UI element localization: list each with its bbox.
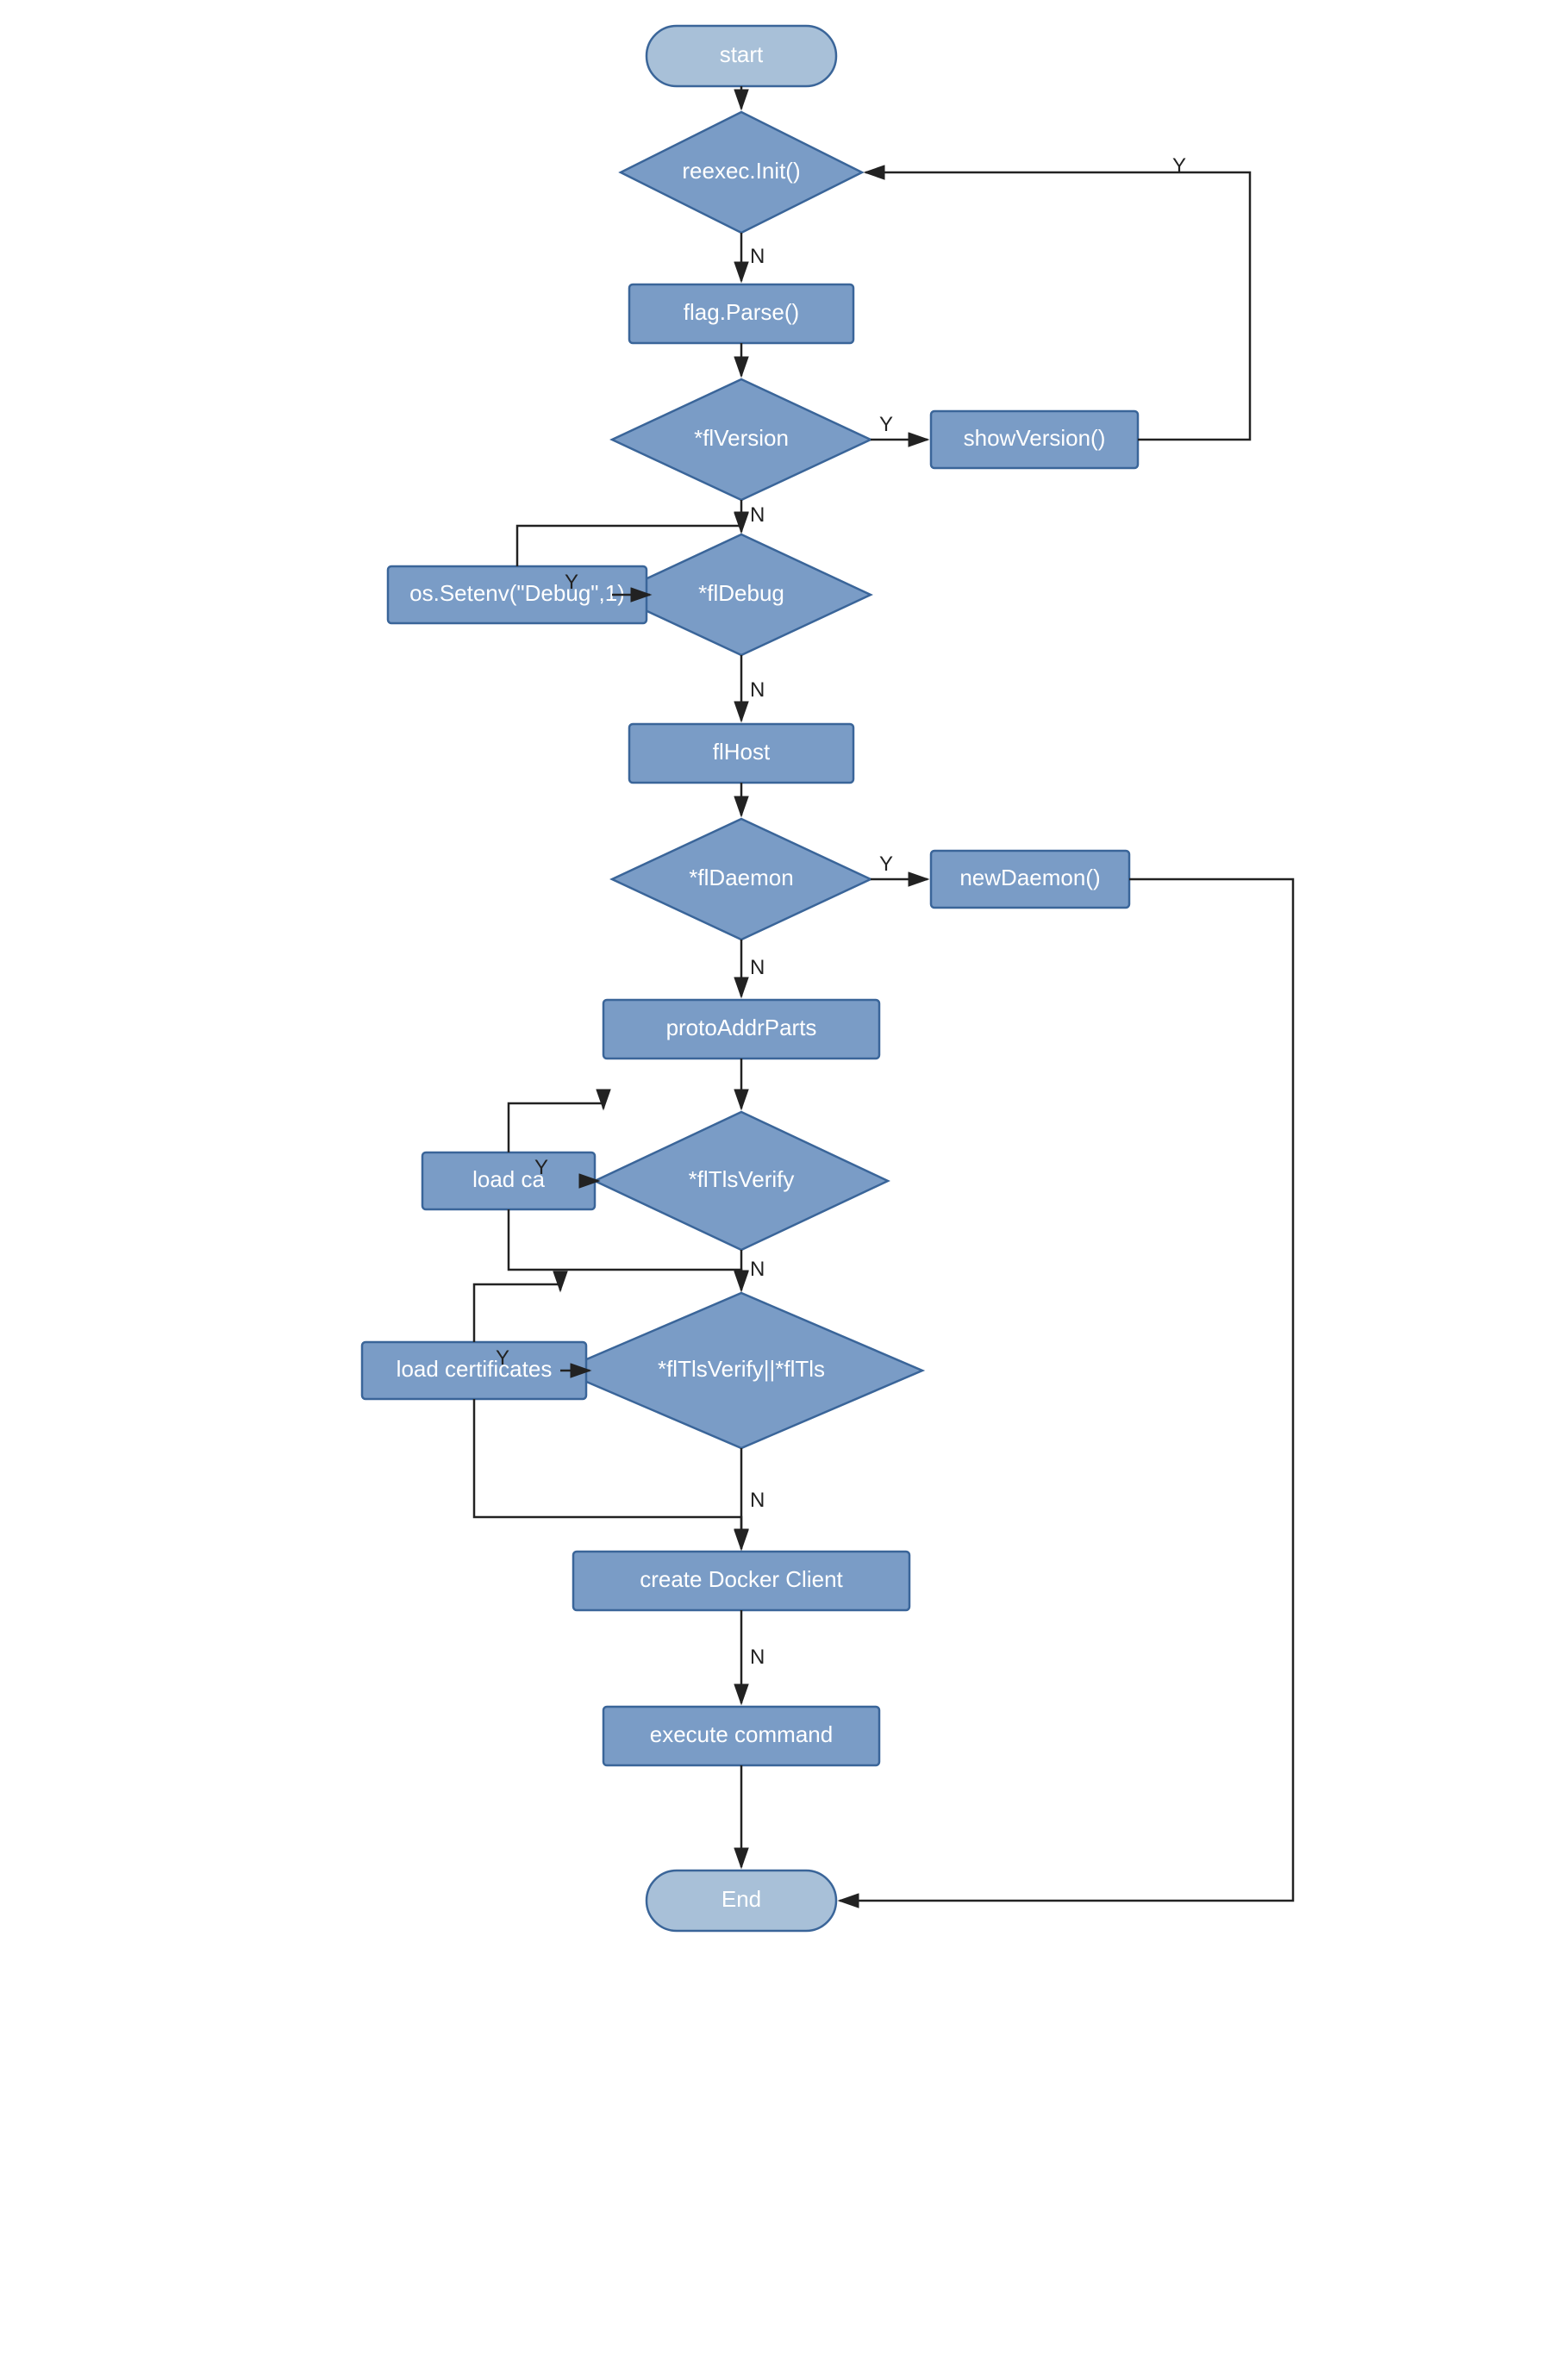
y-label-fltlsverify1: Y [534,1156,548,1179]
fltlsverify1-label: *flTlsVerify [689,1166,795,1192]
y-label-fldebug: Y [565,571,578,594]
end-label: End [722,1886,761,1912]
protoaddrparts-label: protoAddrParts [666,1015,817,1040]
flagparse-label: flag.Parse() [684,299,799,325]
start-label: start [720,41,764,67]
n-label-createclient: N [750,1646,765,1669]
createdocker-label: create Docker Client [640,1566,843,1592]
reexec-label: reexec.Init() [682,158,800,184]
n-label-fldaemon: N [750,956,765,979]
executecommand-label: execute command [650,1721,833,1747]
fldebug-label: *flDebug [698,580,784,606]
n-label-reexec: N [750,245,765,268]
ossetenv-label: os.Setenv("Debug",1) [409,580,625,606]
y-label-fldaemon: Y [879,852,893,876]
y-label-flversion: Y [879,413,893,436]
n-label-fltlsverify2: N [750,1489,765,1512]
fltlsverify2-label: *flTlsVerify||*flTls [658,1356,825,1382]
flowchart-diagram: start reexec.Init() flag.Parse() *flVers… [0,0,1568,2367]
n-label-fldebug: N [750,678,765,702]
newdaemon-label: newDaemon() [959,865,1100,890]
flversion-label: *flVersion [694,425,789,451]
y-label-reexec: Y [1172,154,1186,178]
n-label-fltlsverify1: N [750,1258,765,1281]
n-label-flversion: N [750,503,765,527]
showversion-label: showVersion() [964,425,1106,451]
loadcerts-label: load certificates [397,1356,553,1382]
fldaemon-label: *flDaemon [689,865,793,890]
y-label-fltlsverify2: Y [496,1346,509,1370]
flhost-label: flHost [713,739,771,765]
